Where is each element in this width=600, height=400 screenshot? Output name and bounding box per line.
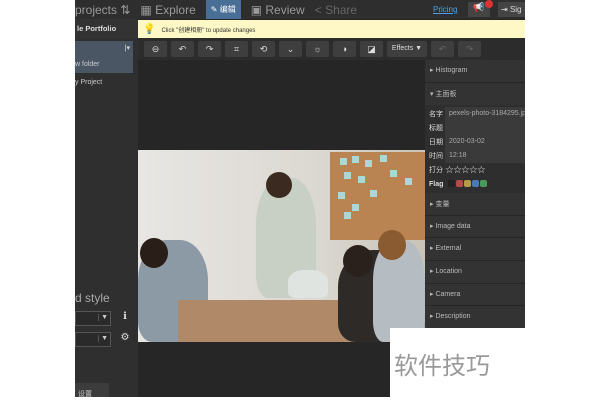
section-item[interactable]: ▸ Camera [425, 284, 525, 307]
folder-label: w folder [75, 61, 100, 68]
section-histogram[interactable]: ▸ Histogram [425, 60, 525, 83]
field-label: 日期 [429, 139, 443, 147]
megaphone-icon: 📢 [473, 2, 485, 12]
field-date: 日期 2020-03-02 [425, 135, 525, 150]
section-label: External [435, 245, 462, 253]
flip-button[interactable]: ⌄ [279, 41, 302, 57]
update-notice: 💡 Click "创建相册" to update changes [138, 20, 525, 38]
flag-swatch[interactable] [456, 179, 463, 187]
flag-swatch[interactable] [472, 179, 479, 187]
chevron-down-icon: ▼ [98, 335, 108, 342]
image-canvas[interactable] [138, 60, 425, 397]
gear-icon[interactable]: ⚙ [118, 332, 132, 346]
crop-button[interactable]: ⌗ [225, 41, 248, 57]
notifications-button[interactable]: 📢 [468, 0, 493, 17]
section-label: Image data [435, 222, 471, 230]
name-input[interactable]: pexels-photo-3184295.jpg [445, 107, 525, 122]
remove-button[interactable]: ⊖ [144, 41, 167, 57]
review-label: Review [265, 2, 305, 17]
flag-label: Flag [429, 180, 444, 188]
flag-swatch[interactable] [464, 179, 471, 187]
flag-colors [445, 179, 488, 189]
metadata-fields: 名字 pexels-photo-3184295.jpg 标题 日期 2020-03-… [425, 105, 525, 194]
section-item[interactable]: ▸ 变量 [425, 193, 525, 216]
tab-share[interactable]: < Share [315, 3, 357, 17]
style-select-2[interactable]: ▼ [75, 332, 111, 347]
settings-button[interactable]: 设置 [75, 383, 109, 397]
section-main[interactable]: ▾ 主面板 [425, 83, 525, 106]
chevron-down-icon[interactable]: |▾ [125, 44, 130, 52]
portfolio-title: le Portfolio [75, 19, 138, 39]
notice-text: Click "创建相册" to update changes [161, 27, 256, 34]
new-folder-item[interactable]: |▾ w folder [75, 41, 133, 73]
chevron-down-icon: ▼ [98, 314, 108, 321]
exposure-button[interactable]: ◪ [360, 41, 383, 57]
section-label: Camera [435, 290, 461, 298]
contrast-button[interactable]: ◑ [333, 41, 356, 57]
tab-review[interactable]: ▣ Review [251, 3, 305, 17]
sign-label: Sig [509, 5, 522, 14]
histogram-label: Histogram [435, 67, 468, 74]
projects-menu[interactable]: projects ⇅ [75, 3, 130, 17]
brightness-button[interactable]: ☼ [306, 41, 329, 57]
field-label: 时间 [429, 153, 443, 161]
section-item[interactable]: ▸ Image data [425, 216, 525, 239]
lightbulb-icon: 💡 [143, 23, 156, 35]
notification-badge [485, 0, 493, 8]
top-nav: projects ⇅ ▦ Explore ✎ 编辑 ▣ Review < Sha… [75, 0, 525, 19]
section-label: 变量 [435, 201, 450, 209]
field-name: 名字 pexels-photo-3184295.jpg [425, 107, 525, 122]
section-item[interactable]: ▸ External [425, 238, 525, 261]
rating-label: 打分 [429, 167, 443, 175]
tab-edit[interactable]: ✎ 编辑 [205, 0, 241, 19]
field-title: 标题 [425, 121, 525, 136]
project-item[interactable]: y Project [75, 79, 102, 86]
section-label: Location [435, 267, 462, 275]
redo-button[interactable]: ↷ [458, 41, 481, 57]
title-input[interactable] [445, 121, 525, 136]
time-input[interactable]: 12:18 [445, 149, 525, 164]
tab-explore[interactable]: ▦ Explore [140, 3, 195, 17]
explore-label: Explore [155, 2, 196, 17]
field-label: 标题 [429, 125, 443, 133]
edit-label: 编辑 [219, 5, 236, 14]
photo-preview [138, 150, 425, 342]
sign-in-button[interactable]: ⇥ Sig [498, 2, 525, 17]
style-select-1[interactable]: ▼ [75, 311, 111, 326]
info-icon[interactable]: ℹ [118, 311, 132, 325]
flag-swatch[interactable] [480, 179, 487, 187]
field-label: 名字 [429, 111, 443, 119]
edit-toolbar: ⊖ ↶ ↷ ⌗ ⟲ ⌄ ☼ ◑ ◪ Effects ▼ ↶ ↷ [138, 38, 525, 60]
date-input[interactable]: 2020-03-02 [445, 135, 525, 150]
straighten-button[interactable]: ⟲ [252, 41, 275, 57]
sidebar: le Portfolio |▾ w folder y Project d styl… [75, 19, 138, 397]
share-label: Share [325, 2, 358, 17]
section-label: Description [435, 313, 471, 321]
rotate-right-button[interactable]: ↷ [198, 41, 221, 57]
watermark: 软件技巧 [390, 328, 525, 400]
star-rating[interactable]: ☆☆☆☆☆ [445, 165, 486, 176]
corkboard [330, 152, 425, 240]
field-time: 时间 12:18 [425, 149, 525, 164]
section-item[interactable]: ▸ Description [425, 306, 525, 329]
rotate-left-button[interactable]: ↶ [171, 41, 194, 57]
style-heading: d style [75, 291, 110, 305]
undo-button[interactable]: ↶ [431, 41, 454, 57]
main-label: 主面板 [435, 90, 457, 98]
flag-swatch[interactable] [448, 179, 455, 187]
pricing-link[interactable]: Pricing [433, 5, 457, 14]
effects-button[interactable]: Effects ▼ [387, 41, 427, 57]
section-item[interactable]: ▸ Location [425, 261, 525, 284]
